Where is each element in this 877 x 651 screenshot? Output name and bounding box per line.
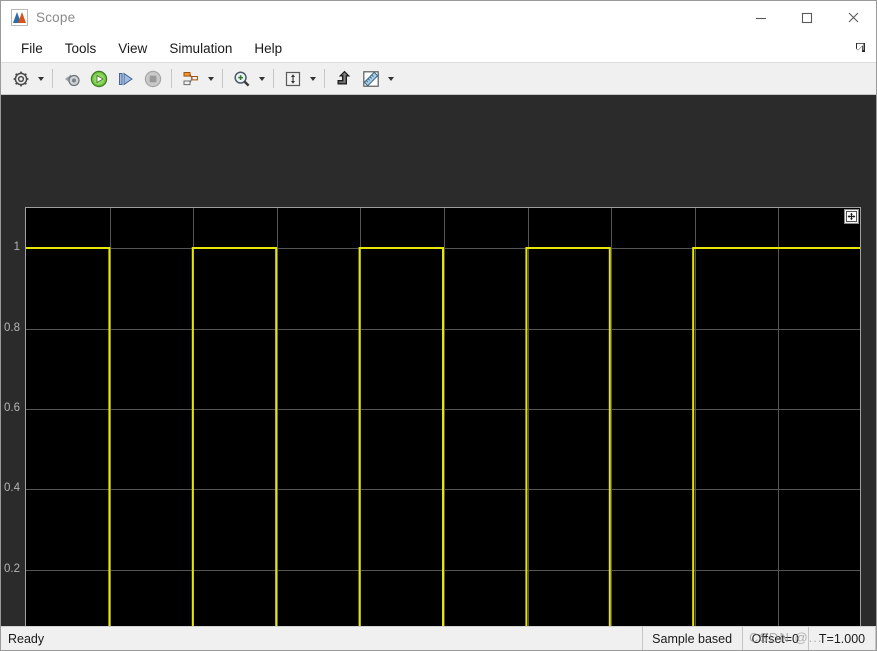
rewind-button[interactable]	[58, 66, 85, 92]
zoom-dropdown-caret[interactable]	[255, 66, 268, 92]
highlight-block-button[interactable]	[330, 66, 357, 92]
toolbar-separator	[324, 69, 325, 88]
step-forward-button[interactable]	[112, 66, 139, 92]
menu-item-view[interactable]: View	[107, 38, 158, 59]
status-bar: Ready Sample based Offset=0 T=1.000	[1, 626, 876, 650]
y-tick-label: 0.4	[4, 482, 20, 495]
undock-arrow-icon[interactable]	[852, 39, 870, 57]
y-tick-label: 0.6	[4, 401, 20, 414]
menu-item-tools[interactable]: Tools	[54, 38, 108, 59]
y-tick-label: 1	[13, 241, 20, 254]
signal-selection-button[interactable]	[177, 66, 204, 92]
close-button[interactable]	[830, 1, 876, 34]
minimize-button[interactable]	[738, 1, 784, 34]
window-title: Scope	[36, 10, 76, 25]
y-axis-tick-labels: 00.20.40.60.81	[1, 207, 20, 626]
y-tick-label: 0.2	[4, 562, 20, 575]
toolbar	[1, 62, 876, 95]
status-ready-label: Ready	[8, 631, 45, 646]
autoscale-dropdown-caret[interactable]	[306, 66, 319, 92]
measurements-button[interactable]	[357, 66, 384, 92]
status-sample-mode: Sample based	[641, 627, 742, 650]
toolbar-separator	[171, 69, 172, 88]
axes[interactable]	[25, 207, 861, 626]
toolbar-separator	[273, 69, 274, 88]
stop-button[interactable]	[139, 66, 166, 92]
configuration-properties-button[interactable]	[7, 66, 34, 92]
plot-area[interactable]: 00.20.40.60.81 00.10.20.30.40.50.60.70.8…	[1, 95, 876, 626]
title-bar: Scope	[1, 1, 876, 34]
measurements-dropdown-caret[interactable]	[384, 66, 397, 92]
run-button[interactable]	[85, 66, 112, 92]
autoscale-button[interactable]	[279, 66, 306, 92]
menu-bar: File Tools View Simulation Help	[1, 34, 876, 62]
matlab-scope-icon	[11, 9, 28, 26]
status-offset: Offset=0	[741, 627, 808, 650]
menu-item-file[interactable]: File	[10, 38, 54, 59]
zoom-in-button[interactable]	[228, 66, 255, 92]
scope-window: Scope File Tools View Simulation Help 0.…	[0, 0, 877, 651]
menu-item-simulation[interactable]: Simulation	[158, 38, 243, 59]
signal-trace	[26, 208, 860, 626]
status-time: T=1.000	[808, 627, 876, 650]
y-tick-label: 0.8	[4, 321, 20, 334]
configuration-dropdown-caret[interactable]	[34, 66, 47, 92]
window-controls	[738, 1, 876, 34]
toolbar-separator	[222, 69, 223, 88]
menu-item-help[interactable]: Help	[243, 38, 293, 59]
expand-panel-icon[interactable]	[844, 209, 859, 224]
toolbar-separator	[52, 69, 53, 88]
maximize-button[interactable]	[784, 1, 830, 34]
signal-selection-dropdown-caret[interactable]	[204, 66, 217, 92]
